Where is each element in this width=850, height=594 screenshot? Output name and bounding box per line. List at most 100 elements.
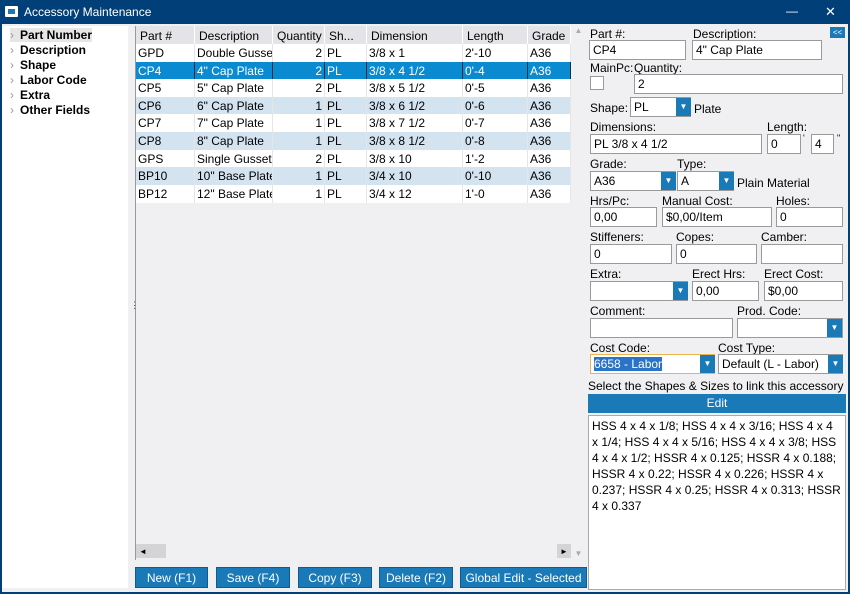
mainpc-checkbox[interactable] bbox=[590, 76, 604, 90]
tree-item[interactable]: ›Part Number bbox=[10, 28, 92, 42]
column-header[interactable]: Description bbox=[195, 26, 273, 44]
column-header[interactable]: Grade bbox=[528, 26, 571, 44]
tree-item[interactable]: ›Description bbox=[10, 43, 86, 57]
erect-cost-label: Erect Cost: bbox=[764, 267, 823, 281]
quantity-label: Quantity: bbox=[634, 61, 682, 75]
stiffeners-input[interactable]: 0 bbox=[590, 244, 672, 264]
table-row[interactable]: CP88" Cap Plate1PL3/8 x 8 1/20'-8A36 bbox=[136, 132, 571, 150]
save-button[interactable]: Save (F4) bbox=[216, 567, 290, 588]
chevron-down-icon[interactable]: ▼ bbox=[700, 355, 715, 373]
table-row[interactable]: GPSSingle Gusset I2PL3/8 x 101'-2A36 bbox=[136, 150, 571, 168]
table-cell: 1 bbox=[273, 167, 325, 185]
table-cell: 3/8 x 7 1/2 bbox=[367, 114, 463, 132]
chevron-down-icon[interactable]: ▼ bbox=[661, 172, 676, 190]
chevron-down-icon[interactable]: ▼ bbox=[828, 355, 843, 373]
manual-cost-input[interactable]: $0,00/Item bbox=[662, 207, 772, 227]
dimensions-label: Dimensions: bbox=[590, 120, 656, 134]
column-header[interactable]: Length bbox=[463, 26, 528, 44]
length-feet-input[interactable]: 0 bbox=[767, 134, 801, 154]
global-edit-button[interactable]: Global Edit - Selected bbox=[460, 567, 587, 588]
close-button[interactable]: ✕ bbox=[825, 4, 836, 20]
tree-item[interactable]: ›Shape bbox=[10, 58, 56, 72]
table-cell: 10" Base Plate bbox=[195, 167, 273, 185]
minimize-button[interactable]: — bbox=[786, 4, 798, 18]
table-cell: PL bbox=[325, 132, 367, 150]
comment-input[interactable] bbox=[590, 318, 733, 338]
table-row[interactable]: BP1212" Base Plate1PL3/4 x 121'-0A36 bbox=[136, 185, 571, 203]
holes-input[interactable]: 0 bbox=[776, 207, 843, 227]
vertical-scrollbar[interactable]: ▲▼ bbox=[571, 26, 586, 560]
new-button[interactable]: New (F1) bbox=[135, 567, 208, 588]
table-row[interactable]: CP44" Cap Plate2PL3/8 x 4 1/20'-4A36 bbox=[136, 62, 571, 80]
quantity-input[interactable]: 2 bbox=[634, 74, 843, 94]
tree-item[interactable]: ›Extra bbox=[10, 88, 50, 102]
tree-item[interactable]: ›Other Fields bbox=[10, 103, 90, 117]
hrs-label: Hrs/Pc: bbox=[590, 194, 629, 208]
chevron-right-icon: › bbox=[10, 73, 14, 87]
hrs-input[interactable]: 0,00 bbox=[590, 207, 657, 227]
table-cell: 3/8 x 10 bbox=[367, 150, 463, 168]
copes-input[interactable]: 0 bbox=[676, 244, 757, 264]
table-cell: 1 bbox=[273, 97, 325, 115]
chevron-down-icon[interactable]: ▼ bbox=[676, 98, 691, 116]
table-cell: 1'-0 bbox=[463, 185, 528, 203]
table-cell: A36 bbox=[528, 167, 571, 185]
cost-type-select[interactable]: Default (L - Labor) bbox=[718, 354, 843, 374]
collapse-button[interactable]: << bbox=[830, 27, 845, 38]
column-header[interactable]: Part # bbox=[136, 26, 195, 44]
table-cell: 3/8 x 8 1/2 bbox=[367, 132, 463, 150]
table-cell: CP4 bbox=[136, 62, 195, 80]
part-input[interactable]: CP4 bbox=[589, 40, 686, 60]
feet-mark: ' bbox=[803, 133, 805, 143]
column-header[interactable]: Sh... bbox=[325, 26, 367, 44]
table-cell: 0'-7 bbox=[463, 114, 528, 132]
table-cell: BP12 bbox=[136, 185, 195, 203]
table-cell: CP5 bbox=[136, 79, 195, 97]
table-cell: 1 bbox=[273, 114, 325, 132]
chevron-down-icon[interactable]: ▼ bbox=[719, 172, 734, 190]
erect-hrs-label: Erect Hrs: bbox=[692, 267, 745, 281]
table-row[interactable]: BP1010" Base Plate1PL3/4 x 100'-10A36 bbox=[136, 167, 571, 185]
splitter-handle[interactable]: ⋮ bbox=[130, 300, 133, 312]
linked-shapes-text[interactable]: HSS 4 x 4 x 1/8; HSS 4 x 4 x 3/16; HSS 4… bbox=[588, 415, 846, 590]
table-cell: A36 bbox=[528, 185, 571, 203]
erect-hrs-input[interactable]: 0,00 bbox=[692, 281, 759, 301]
table-row[interactable]: CP77" Cap Plate1PL3/8 x 7 1/20'-7A36 bbox=[136, 114, 571, 132]
dimensions-input[interactable]: PL 3/8 x 4 1/2 bbox=[590, 134, 762, 154]
camber-input[interactable] bbox=[761, 244, 843, 264]
column-header[interactable]: Dimension bbox=[367, 26, 463, 44]
mainpc-label: MainPc: bbox=[590, 61, 633, 75]
column-header[interactable]: Quantity bbox=[273, 26, 325, 44]
table-cell: 0'-10 bbox=[463, 167, 528, 185]
inches-mark: " bbox=[837, 133, 840, 143]
description-label: Description: bbox=[693, 27, 756, 41]
table-row[interactable]: GPDDouble Gusset2PL3/8 x 12'-10A36 bbox=[136, 44, 571, 62]
table-cell: PL bbox=[325, 114, 367, 132]
chevron-down-icon[interactable]: ▼ bbox=[673, 282, 688, 300]
table-row[interactable]: CP55" Cap Plate2PL3/8 x 5 1/20'-5A36 bbox=[136, 79, 571, 97]
length-inches-input[interactable]: 4 bbox=[811, 134, 834, 154]
table-cell: 3/8 x 5 1/2 bbox=[367, 79, 463, 97]
table-cell: A36 bbox=[528, 62, 571, 80]
chevron-right-icon: › bbox=[10, 58, 14, 72]
tree-item-label: Extra bbox=[20, 88, 50, 102]
table-cell: 5" Cap Plate bbox=[195, 79, 273, 97]
table-cell: 2 bbox=[273, 44, 325, 62]
copy-button[interactable]: Copy (F3) bbox=[298, 567, 372, 588]
cost-code-select[interactable]: 6658 - Labor bbox=[590, 354, 715, 374]
table-cell: PL bbox=[325, 167, 367, 185]
table-cell: 2'-10 bbox=[463, 44, 528, 62]
table-cell: 3/8 x 4 1/2 bbox=[367, 62, 463, 80]
description-input[interactable]: 4" Cap Plate bbox=[692, 40, 822, 60]
erect-cost-input[interactable]: $0,00 bbox=[764, 281, 843, 301]
chevron-down-icon[interactable]: ▼ bbox=[827, 319, 842, 337]
table-row[interactable]: CP66" Cap Plate1PL3/8 x 6 1/20'-6A36 bbox=[136, 97, 571, 115]
edit-shapes-button[interactable]: Edit bbox=[588, 394, 846, 413]
delete-button[interactable]: Delete (F2) bbox=[379, 567, 453, 588]
table-cell: A36 bbox=[528, 150, 571, 168]
tree-item[interactable]: ›Labor Code bbox=[10, 73, 87, 87]
table-cell: GPS bbox=[136, 150, 195, 168]
chevron-right-icon: › bbox=[10, 103, 14, 117]
table-cell: 0'-4 bbox=[463, 62, 528, 80]
horizontal-scrollbar[interactable]: ◄ ► bbox=[136, 544, 571, 558]
